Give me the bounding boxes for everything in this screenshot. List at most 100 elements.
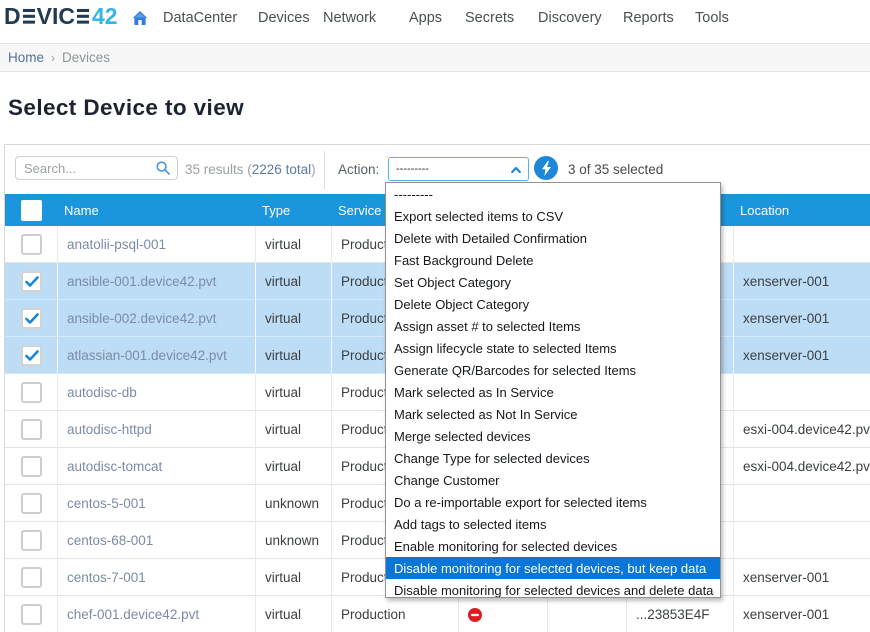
select-all-checkbox[interactable]: [21, 200, 42, 221]
device-type: virtual: [256, 596, 332, 632]
action-menu-item[interactable]: Delete with Detailed Confirmation: [386, 227, 720, 249]
device-extra-cell: [548, 596, 627, 632]
nav-item-network[interactable]: Network: [323, 10, 376, 26]
device-type: virtual: [256, 448, 332, 485]
breadcrumb-home-link[interactable]: Home: [8, 50, 44, 65]
device-location: [734, 485, 870, 522]
logo-text-d: D: [4, 8, 21, 25]
col-header-type[interactable]: Type: [256, 194, 332, 226]
search-input[interactable]: [15, 156, 178, 180]
row-checkbox-checked[interactable]: [21, 345, 42, 366]
breadcrumb-current: Devices: [62, 50, 110, 65]
row-checkbox[interactable]: [21, 456, 42, 477]
device-location: esxi-004.device42.pvt: [734, 411, 870, 448]
nav-item-apps[interactable]: Apps: [409, 10, 442, 26]
action-menu-item[interactable]: Export selected items to CSV: [386, 205, 720, 227]
action-menu-item[interactable]: Add tags to selected items: [386, 513, 720, 535]
row-checkbox[interactable]: [21, 382, 42, 403]
action-menu-item[interactable]: Assign asset # to selected Items: [386, 315, 720, 337]
chevron-up-icon: [511, 165, 521, 175]
results-prefix: 35 results (: [185, 162, 252, 177]
row-checkbox-cell: [5, 448, 58, 485]
device-location: xenserver-001: [734, 559, 870, 596]
search-icon[interactable]: [156, 161, 170, 175]
row-checkbox-cell: [5, 559, 58, 596]
action-label: Action:: [338, 145, 379, 195]
page-title: Select Device to view: [8, 97, 870, 120]
select-all-header: [5, 194, 58, 226]
nav-item-reports[interactable]: Reports: [623, 10, 674, 26]
row-checkbox-checked[interactable]: [21, 271, 42, 292]
action-menu-item[interactable]: Mark selected as In Service: [386, 381, 720, 403]
toolbar-divider: [324, 151, 325, 189]
not-in-service-icon: [468, 608, 482, 622]
device-name-link[interactable]: atlassian-001.device42.pvt: [58, 337, 256, 374]
action-menu-item[interactable]: Disable monitoring for selected devices …: [386, 579, 720, 598]
nav-item-datacenter[interactable]: DataCenter: [163, 10, 237, 26]
action-menu-item[interactable]: Enable monitoring for selected devices: [386, 535, 720, 557]
row-checkbox[interactable]: [21, 493, 42, 514]
action-dropdown-menu: ---------Export selected items to CSVDel…: [385, 182, 721, 598]
col-header-name[interactable]: Name: [58, 194, 256, 226]
results-total-link[interactable]: 2226 total: [252, 162, 311, 177]
action-menu-item[interactable]: Generate QR/Barcodes for selected Items: [386, 359, 720, 381]
row-checkbox[interactable]: [21, 419, 42, 440]
action-select-value: ---------: [396, 163, 429, 175]
action-menu-item[interactable]: Set Object Category: [386, 271, 720, 293]
device-uuid: ...23853E4F: [627, 596, 734, 632]
device-name-link[interactable]: chef-001.device42.pvt: [58, 596, 256, 632]
action-menu-item[interactable]: Change Type for selected devices: [386, 447, 720, 469]
device-type: virtual: [256, 337, 332, 374]
device-name-link[interactable]: autodisc-db: [58, 374, 256, 411]
logo-e-icon: [23, 8, 35, 25]
device-name-link[interactable]: autodisc-tomcat: [58, 448, 256, 485]
nav-item-tools[interactable]: Tools: [695, 10, 729, 26]
action-menu-item[interactable]: Mark selected as Not In Service: [386, 403, 720, 425]
row-checkbox-cell: [5, 411, 58, 448]
device-name-link[interactable]: centos-68-001: [58, 522, 256, 559]
device-name-link[interactable]: anatolii-psql-001: [58, 226, 256, 263]
logo-text-42: 42: [92, 8, 118, 25]
home-icon[interactable]: [132, 10, 149, 27]
top-nav: D VIC 42 DataCenter Devices Network Apps…: [0, 0, 870, 43]
apply-action-button[interactable]: [534, 156, 558, 180]
device-location: esxi-004.device42.pvt: [734, 448, 870, 485]
action-menu-item[interactable]: Delete Object Category: [386, 293, 720, 315]
row-checkbox[interactable]: [21, 234, 42, 255]
device-type: unknown: [256, 485, 332, 522]
action-menu-item[interactable]: Merge selected devices: [386, 425, 720, 447]
device-type: virtual: [256, 300, 332, 337]
col-header-location[interactable]: Location: [734, 194, 870, 226]
action-menu-item[interactable]: Assign lifecycle state to selected Items: [386, 337, 720, 359]
row-checkbox-checked[interactable]: [21, 308, 42, 329]
device-name-link[interactable]: ansible-002.device42.pvt: [58, 300, 256, 337]
nav-item-devices[interactable]: Devices: [258, 10, 310, 26]
lightning-icon: [541, 161, 552, 176]
row-checkbox[interactable]: [21, 604, 42, 625]
device-location: [734, 522, 870, 559]
row-checkbox[interactable]: [21, 567, 42, 588]
nav-item-secrets[interactable]: Secrets: [465, 10, 514, 26]
device-name-link[interactable]: centos-7-001: [58, 559, 256, 596]
action-select[interactable]: ---------: [388, 157, 529, 181]
action-menu-item[interactable]: Do a re-importable export for selected i…: [386, 491, 720, 513]
device-type: virtual: [256, 263, 332, 300]
action-menu-item[interactable]: ---------: [386, 183, 720, 205]
device-location: xenserver-001: [734, 263, 870, 300]
device42-logo[interactable]: D VIC 42: [4, 7, 118, 25]
action-menu-item[interactable]: Change Customer: [386, 469, 720, 491]
device-type: virtual: [256, 411, 332, 448]
device-name-link[interactable]: ansible-001.device42.pvt: [58, 263, 256, 300]
breadcrumb: Home › Devices: [0, 43, 870, 72]
action-menu-item-highlighted[interactable]: Disable monitoring for selected devices,…: [386, 557, 720, 579]
action-menu-item[interactable]: Fast Background Delete: [386, 249, 720, 271]
device-type: virtual: [256, 559, 332, 596]
nav-item-discovery[interactable]: Discovery: [538, 10, 602, 26]
row-checkbox[interactable]: [21, 530, 42, 551]
device-in-service-cell: [459, 596, 548, 632]
row-checkbox-cell: [5, 263, 58, 300]
device-type: virtual: [256, 374, 332, 411]
results-suffix: ): [311, 162, 316, 177]
device-name-link[interactable]: autodisc-httpd: [58, 411, 256, 448]
device-name-link[interactable]: centos-5-001: [58, 485, 256, 522]
